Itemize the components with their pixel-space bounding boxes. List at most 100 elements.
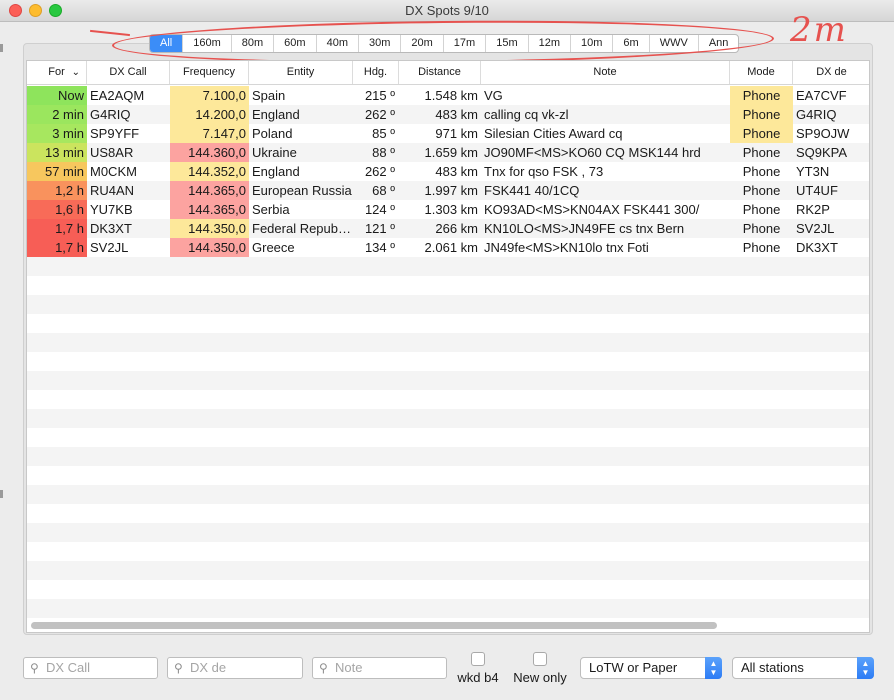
- cell-dx-de: EA7CVF: [796, 88, 847, 103]
- updown-arrows-icon: ▲ ▼: [705, 657, 722, 679]
- cell-mode: Phone: [742, 164, 781, 179]
- cell-mode: Phone: [730, 105, 793, 124]
- updown-arrows-icon: ▲ ▼: [857, 657, 874, 679]
- lotw-popup[interactable]: LoTW or Paper ▲ ▼: [580, 657, 722, 679]
- cell-frequency: 144.352,0: [170, 162, 249, 181]
- horizontal-scrollbar[interactable]: [31, 622, 717, 629]
- cell-dx-call: SV2JL: [90, 240, 129, 255]
- cell-note: Tnx for qso FSK , 73: [484, 164, 604, 179]
- empty-table-row: [27, 409, 869, 428]
- new-only-checkbox[interactable]: [533, 652, 547, 666]
- annotation-text: 2m: [790, 10, 848, 50]
- cell-dx-de: UT4UF: [796, 183, 838, 198]
- cell-mode: Phone: [742, 221, 781, 236]
- empty-table-row: [27, 523, 869, 542]
- wkd-b4-checkbox[interactable]: [471, 652, 485, 666]
- cell-entity: Greece: [252, 240, 295, 255]
- empty-table-row: [27, 352, 869, 371]
- column-header-frequency[interactable]: Frequency: [170, 61, 249, 84]
- cell-distance: 1.659 km: [424, 145, 478, 160]
- cell-entity: England: [252, 164, 300, 179]
- cell-note: KN10LO<MS>JN49FE cs tnx Bern: [484, 221, 685, 236]
- dx-call-search-field[interactable]: ⚲ DX Call: [23, 657, 158, 679]
- stations-popup[interactable]: All stations ▲ ▼: [732, 657, 874, 679]
- cell-dx-call: RU4AN: [90, 183, 135, 198]
- cell-frequency: 7.100,0: [170, 86, 249, 105]
- cell-dx-de: SP9OJW: [796, 126, 850, 141]
- cell-distance: 1.303 km: [424, 202, 478, 217]
- column-header-dx-de[interactable]: DX de: [793, 61, 869, 84]
- wkd-b4-label: wkd b4: [457, 670, 499, 685]
- cell-mode: Phone: [742, 145, 781, 160]
- cell-frequency: 144.365,0: [170, 181, 249, 200]
- table-row[interactable]: 1,6 h YU7KB 144.365,0 Serbia 124 º 1.303 km KO…: [27, 200, 869, 219]
- cell-note: FSK441 40/1CQ: [484, 183, 580, 198]
- cell-note: Silesian Cities Award cq: [484, 126, 623, 141]
- cell-note: JN49fe<MS>KN10lo tnx Foti: [484, 240, 649, 255]
- cell-mode: Phone: [730, 124, 793, 143]
- table-row[interactable]: 2 min G4RIQ 14.200,0 England 262 º 483 km call…: [27, 105, 869, 124]
- cell-heading: 121 º: [364, 221, 395, 236]
- table-row[interactable]: 57 min M0CKM 144.352,0 England 262 º 483 km Tn…: [27, 162, 869, 181]
- cell-for: 13 min: [27, 143, 87, 162]
- cell-heading: 134 º: [364, 240, 395, 255]
- empty-table-row: [27, 333, 869, 352]
- cell-dx-de: YT3N: [796, 164, 830, 179]
- dx-de-search-field[interactable]: ⚲ DX de: [167, 657, 303, 679]
- cell-for: 57 min: [27, 162, 87, 181]
- cell-dx-call: SP9YFF: [90, 126, 140, 141]
- cell-for: 2 min: [27, 105, 87, 124]
- note-search-field[interactable]: ⚲ Note: [312, 657, 447, 679]
- wkd-b4-option: wkd b4: [455, 652, 501, 685]
- new-only-option: New only: [510, 652, 570, 685]
- search-icon: ⚲: [174, 661, 183, 675]
- column-header-mode[interactable]: Mode: [730, 61, 793, 84]
- cell-dx-de: SQ9KPA: [796, 145, 848, 160]
- cell-distance: 971 km: [435, 126, 478, 141]
- spots-table: For ⌄ DX Call Frequency Entity Hdg. Dista…: [26, 60, 870, 633]
- table-row[interactable]: 3 min SP9YFF 7.147,0 Poland 85 º 971 km Silesi…: [27, 124, 869, 143]
- empty-table-row: [27, 295, 869, 314]
- empty-table-row: [27, 447, 869, 466]
- cell-distance: 266 km: [435, 221, 478, 236]
- empty-table-row: [27, 390, 869, 409]
- cell-heading: 124 º: [364, 202, 395, 217]
- cell-entity: Spain: [252, 88, 286, 103]
- cell-frequency: 144.360,0: [170, 143, 249, 162]
- window-title: DX Spots 9/10: [405, 3, 489, 18]
- cell-for: 1,6 h: [27, 200, 87, 219]
- column-header-for[interactable]: For ⌄: [27, 61, 87, 84]
- dx-call-placeholder: DX Call: [46, 660, 91, 675]
- cell-dx-de: G4RIQ: [796, 107, 837, 122]
- empty-table-row: [27, 276, 869, 295]
- cell-entity: Ukraine: [252, 145, 297, 160]
- cell-for: 3 min: [27, 124, 87, 143]
- table-header: For ⌄ DX Call Frequency Entity Hdg. Dista…: [27, 61, 869, 85]
- empty-table-row: [27, 580, 869, 599]
- column-header-distance[interactable]: Distance: [399, 61, 481, 84]
- table-row[interactable]: 1,7 h SV2JL 144.350,0 Greece 134 º 2.061 km JN…: [27, 238, 869, 257]
- search-icon: ⚲: [319, 661, 328, 675]
- cell-heading: 215 º: [364, 88, 395, 103]
- table-row[interactable]: Now EA2AQM 7.100,0 Spain 215 º 1.548 km VG Phon…: [27, 86, 869, 105]
- cell-for: Now: [27, 86, 87, 105]
- cell-mode: Phone: [730, 86, 793, 105]
- column-header-dx-call[interactable]: DX Call: [87, 61, 170, 84]
- column-header-entity[interactable]: Entity: [249, 61, 353, 84]
- empty-table-row: [27, 466, 869, 485]
- empty-table-row: [27, 599, 869, 618]
- empty-table-row: [27, 561, 869, 580]
- table-row[interactable]: 1,7 h DK3XT 144.350,0 Federal Repub… 121 º 26…: [27, 219, 869, 238]
- empty-table-row: [27, 371, 869, 390]
- chevron-down-icon[interactable]: ⌄: [72, 61, 80, 84]
- table-row[interactable]: 1,2 h RU4AN 144.365,0 European Russia 68 º 1.…: [27, 181, 869, 200]
- table-row[interactable]: 13 min US8AR 144.360,0 Ukraine 88 º 1.659 km J…: [27, 143, 869, 162]
- new-only-label: New only: [513, 670, 567, 685]
- cell-entity: European Russia: [252, 183, 352, 198]
- cell-for: 1,7 h: [27, 238, 87, 257]
- column-header-heading[interactable]: Hdg.: [353, 61, 399, 84]
- column-header-note[interactable]: Note: [481, 61, 730, 84]
- cell-dx-call: M0CKM: [90, 164, 137, 179]
- title-bar: DX Spots 9/10: [0, 0, 894, 22]
- cell-frequency: 144.350,0: [170, 219, 249, 238]
